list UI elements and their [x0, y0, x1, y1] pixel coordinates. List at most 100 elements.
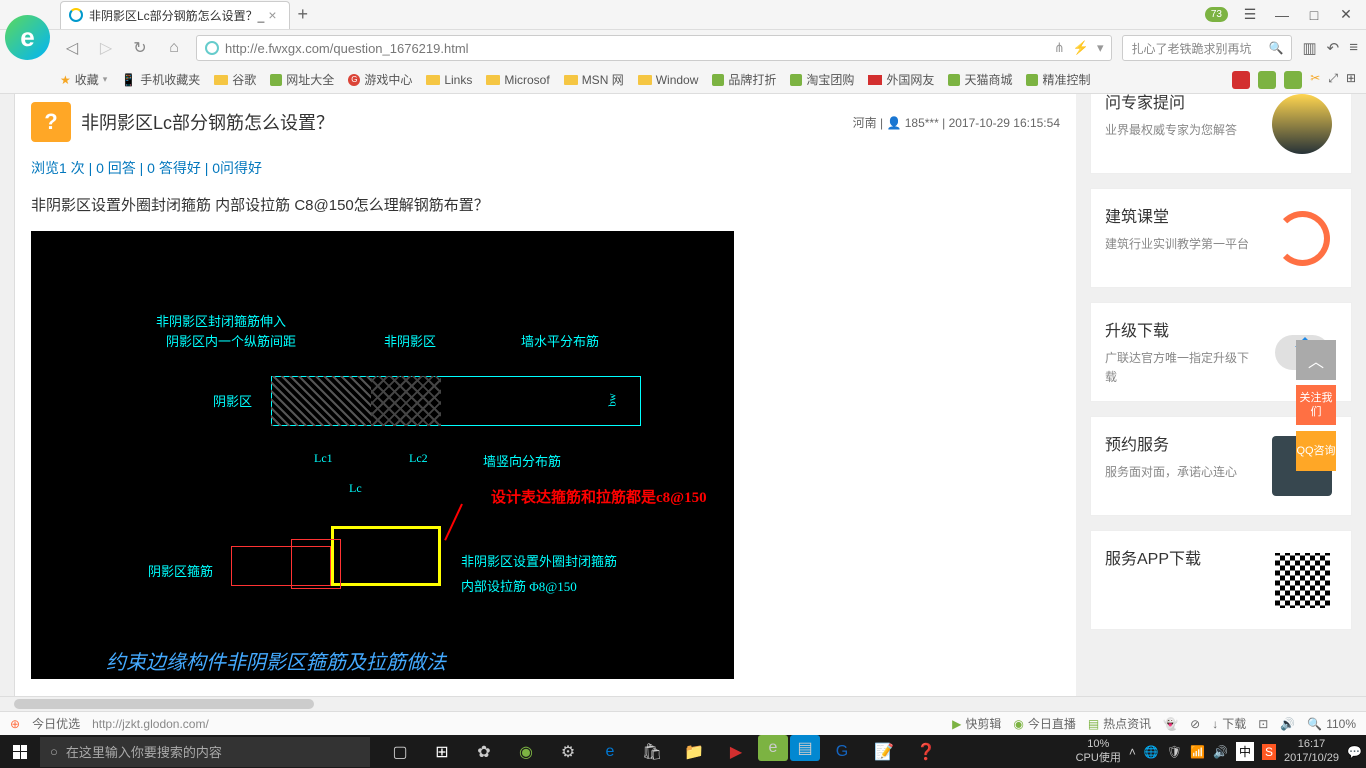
search-icon[interactable]: 🔍	[1269, 41, 1284, 55]
question-stats[interactable]: 浏览1 次 | 0 回答 | 0 答得好 | 0问得好	[15, 150, 1076, 186]
status-today[interactable]: 今日优选	[32, 715, 80, 732]
url-input[interactable]: http://e.fwxgx.com/question_1676219.html…	[196, 35, 1112, 61]
bookmark-item[interactable]: 天猫商城	[948, 71, 1012, 88]
zoom-level[interactable]: 🔍110%	[1307, 717, 1356, 731]
question-description: 非阴影区设置外圈封闭箍筋 内部设拉筋 C8@150怎么理解钢筋布置？	[15, 186, 1076, 223]
app-icon[interactable]: ⚙	[548, 735, 588, 768]
block-icon[interactable]: ⊘	[1190, 717, 1200, 731]
tray-icon[interactable]: 🛡	[1167, 745, 1182, 759]
bookmark-item[interactable]: 网址大全	[270, 71, 334, 88]
cad-title: 约束边缘构件非阴影区箍筋及拉筋做法	[106, 646, 446, 675]
status-item[interactable]: ◉今日直播	[1013, 715, 1076, 732]
speaker-icon[interactable]: 🔊	[1280, 717, 1295, 731]
question-title: 非阴影区Lc部分钢筋怎么设置？	[81, 109, 843, 135]
tray-icon[interactable]: 📶	[1190, 745, 1205, 759]
app-icon[interactable]: ⊞	[422, 735, 462, 768]
site-icon	[270, 74, 282, 86]
recommend-icon[interactable]: ⊕	[10, 717, 20, 731]
url-text: http://e.fwxgx.com/question_1676219.html	[225, 41, 469, 56]
scrollbar-thumb[interactable]	[14, 699, 314, 709]
bookmark-item[interactable]: 精准控制	[1026, 71, 1090, 88]
bookmark-item[interactable]: Window	[638, 73, 699, 87]
cad-label: 墙竖向分布筋	[483, 451, 561, 470]
notification-badge[interactable]: 73	[1205, 7, 1228, 22]
forward-button[interactable]: ▷	[94, 38, 118, 58]
sidebar-card-course[interactable]: 建筑课堂 建筑行业实训教学第一平台	[1090, 188, 1352, 288]
bookmark-item[interactable]: Microsof	[486, 73, 549, 87]
dropdown-icon[interactable]: ▾	[1097, 40, 1104, 56]
search-input[interactable]: 扎心了老铁跪求别再坑 🔍	[1122, 35, 1292, 61]
scroll-top-button[interactable]: ︿	[1296, 340, 1336, 380]
app-icon[interactable]: ❓	[906, 735, 946, 768]
browser-logo[interactable]: e	[5, 15, 50, 60]
ime-icon[interactable]: S	[1262, 744, 1276, 760]
scissors-icon[interactable]: ✂	[1310, 71, 1320, 89]
app-icon[interactable]: ✿	[464, 735, 504, 768]
extension-icon[interactable]	[1284, 71, 1302, 89]
card-title: 问专家提问	[1105, 94, 1257, 113]
pip-icon[interactable]: ⊡	[1258, 717, 1268, 731]
explorer-icon[interactable]: 📁	[674, 735, 714, 768]
bookmark-item[interactable]: 淘宝团购	[790, 71, 854, 88]
notifications-icon[interactable]: 💬	[1347, 745, 1362, 759]
share-icon[interactable]: ⋔	[1054, 40, 1065, 56]
bookmark-item[interactable]: G游戏中心	[348, 71, 412, 88]
grid-icon[interactable]: ⊞	[1346, 71, 1356, 89]
undo-icon[interactable]: ↶	[1327, 39, 1340, 57]
favorites-button[interactable]: ★收藏▾	[60, 71, 107, 88]
home-button[interactable]: ⌂	[162, 39, 186, 57]
cad-label: 墙水平分布筋	[521, 331, 599, 350]
bookmark-item[interactable]: MSN 网	[564, 71, 624, 88]
clock[interactable]: 16:17 2017/10/29	[1284, 738, 1339, 764]
lightning-icon[interactable]: ⚡	[1073, 40, 1089, 56]
extension-icon[interactable]: ▥	[1302, 39, 1316, 57]
app-icon[interactable]: ▤	[790, 735, 820, 761]
vertical-scrollbar[interactable]	[0, 94, 15, 696]
taskview-icon[interactable]: ▢	[380, 735, 420, 768]
store-icon[interactable]: 🛍	[632, 735, 672, 768]
expand-icon[interactable]: ⤢	[1328, 71, 1338, 89]
status-item[interactable]: 👻	[1163, 717, 1178, 731]
browser-tab[interactable]: 非阴影区Lc部分钢筋怎么设置？_ ×	[60, 1, 290, 29]
bookmark-item[interactable]: 📱手机收藏夹	[121, 71, 200, 88]
taskbar-search[interactable]: ○ 在这里输入你要搜索的内容	[40, 737, 370, 767]
tray-icon[interactable]: 🌐	[1144, 745, 1159, 759]
horizontal-scrollbar[interactable]	[0, 696, 1366, 711]
folder-icon	[486, 75, 500, 85]
tab-favicon	[69, 8, 83, 22]
bookmark-item[interactable]: 谷歌	[214, 71, 256, 88]
app-icon[interactable]: ◉	[506, 735, 546, 768]
menu-icon[interactable]: ≡	[1349, 39, 1358, 57]
extension-icon[interactable]	[1258, 71, 1276, 89]
follow-us-button[interactable]: 关注我们	[1296, 385, 1336, 425]
bookmark-item[interactable]: 品牌打折	[712, 71, 776, 88]
close-button[interactable]: ✕	[1336, 5, 1356, 25]
volume-icon[interactable]: 🔊	[1213, 745, 1228, 759]
ime-icon[interactable]: 中	[1236, 742, 1254, 761]
download-icon[interactable]: ↓下载	[1212, 715, 1246, 732]
status-url: http://jzkt.glodon.com/	[92, 717, 209, 731]
qq-consult-button[interactable]: QQ咨询	[1296, 431, 1336, 471]
tray-up-icon[interactable]: ˄	[1129, 745, 1136, 759]
app-icon[interactable]: G	[822, 735, 862, 768]
sidebar-card-app[interactable]: 服务APP下载	[1090, 530, 1352, 630]
bookmark-item[interactable]: 外国网友	[868, 71, 934, 88]
close-tab-icon[interactable]: ×	[264, 7, 280, 23]
extension-icon[interactable]	[1232, 71, 1250, 89]
reload-button[interactable]: ↻	[128, 38, 152, 58]
start-button[interactable]	[0, 735, 40, 768]
sidebar-card-expert[interactable]: 问专家提问 业界最权威专家为您解答	[1090, 94, 1352, 174]
maximize-button[interactable]: □	[1304, 5, 1324, 25]
bookmark-item[interactable]: Links	[426, 73, 472, 87]
back-button[interactable]: ◁	[60, 38, 84, 58]
app-icon[interactable]: 📝	[864, 735, 904, 768]
minimize-button[interactable]: —	[1272, 5, 1292, 25]
new-tab-button[interactable]: +	[298, 4, 309, 25]
menu-button[interactable]: ☰	[1240, 5, 1260, 25]
app-icon[interactable]: ▶	[716, 735, 756, 768]
status-item[interactable]: ▤热点资讯	[1088, 715, 1151, 732]
status-item[interactable]: ▶快剪辑	[952, 715, 1001, 732]
cpu-monitor[interactable]: 10% CPU使用	[1076, 738, 1121, 764]
edge-icon[interactable]: e	[590, 735, 630, 768]
app-icon[interactable]: e	[758, 735, 788, 761]
